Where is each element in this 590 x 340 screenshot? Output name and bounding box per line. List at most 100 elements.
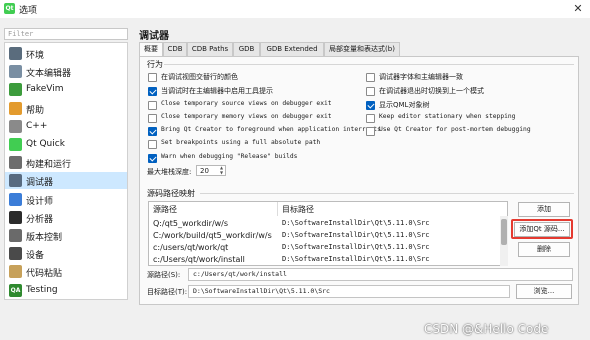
tab-gdb-extended[interactable]: GDB Extended [260, 42, 324, 56]
behavior-group-label: 行为 [147, 60, 163, 69]
fakevim-icon [9, 83, 22, 97]
option-label[interactable]: Use Qt Creator for post-mortem debugging [379, 126, 531, 133]
table-row[interactable]: c:/Users/qt/work/install D:\SoftwareInsta… [149, 254, 507, 265]
tab-cdb[interactable]: CDB [163, 42, 187, 56]
sidebar-item[interactable]: QA Testing [5, 282, 127, 299]
target-path-input[interactable]: D:\SoftwareInstallDir\Qt\5.11.0\Src [188, 285, 510, 298]
designer-icon [9, 192, 22, 206]
window-title: 选项 [19, 6, 38, 16]
option-checkbox[interactable] [366, 73, 375, 82]
source-mapping-table: 源路径 目标路径 Q:/qt5_workdir/w/s D:\SoftwareIn… [148, 201, 508, 266]
option-label[interactable]: 在调试器退出时切换到上一个模式 [379, 86, 484, 96]
scrollbar-thumb[interactable] [501, 219, 507, 245]
source-path-cell: c:/Users/qt/work/install [153, 255, 245, 264]
source-path-cell: c:/users/qt/work/qt [153, 243, 229, 252]
option-checkbox[interactable] [366, 87, 375, 96]
sidebar-item[interactable]: 调试器 [5, 172, 127, 190]
option-label[interactable]: 当调试时在主编辑器中启用工具提示 [161, 86, 273, 96]
sidebar-item[interactable]: 分析器 [5, 209, 127, 226]
sidebar-item-label: 分析器 [26, 214, 54, 225]
sidebar-item[interactable]: 设计师 [5, 191, 127, 208]
option-checkbox[interactable] [148, 114, 157, 123]
sidebar-item[interactable]: 代码粘贴 [5, 263, 127, 280]
table-scrollbar[interactable] [500, 216, 508, 266]
close-icon[interactable]: ✕ [570, 1, 586, 17]
option-checkbox[interactable] [148, 140, 157, 149]
annotation-highlight-box [511, 219, 573, 239]
code-paste-icon [9, 265, 22, 279]
sidebar-item[interactable]: 环境 [5, 45, 127, 62]
sidebar-item[interactable]: 帮助 [5, 100, 127, 117]
filter-input[interactable] [4, 28, 128, 40]
option-checkbox[interactable] [148, 87, 157, 96]
sidebar-item-label: 设备 [26, 251, 45, 262]
table-row[interactable]: Q:/qt5_workdir/w/s D:\SoftwareInstallDir\… [149, 218, 507, 230]
sidebar-item[interactable]: 版本控制 [5, 227, 127, 244]
tab-cdb-paths[interactable]: CDB Paths [187, 42, 233, 56]
sidebar-item-label: Testing [26, 284, 58, 295]
option-checkbox[interactable] [366, 101, 375, 110]
debugger-icon [9, 174, 22, 188]
text-editor-icon [9, 65, 22, 79]
source-path-label: 源路径(S): [147, 271, 181, 279]
sidebar-item-label: FakeVim [26, 84, 64, 95]
sidebar-item-label: 调试器 [26, 178, 54, 189]
sidebar-item-label: C++ [26, 120, 48, 131]
option-checkbox[interactable] [366, 127, 375, 136]
option-checkbox[interactable] [148, 154, 157, 163]
option-label[interactable]: Bring Qt Creator to foreground when appl… [161, 126, 381, 133]
options-dialog: Qt 选项 ✕ 环境文本编辑器 FakeVim 帮助 C++ Qt Quick 构建和运行… [0, 0, 590, 340]
option-label[interactable]: 显示QML对象树 [379, 100, 429, 110]
option-checkbox[interactable] [148, 73, 157, 82]
devices-icon [9, 247, 22, 261]
column-header-target[interactable]: 目标路径 [282, 204, 314, 215]
sidebar-item[interactable]: Qt Quick [5, 136, 127, 153]
option-label[interactable]: Keep editor stationary when stepping [379, 113, 515, 120]
tab-locals-expressions[interactable]: 局部变量和表达式(b) [324, 42, 400, 56]
remove-button[interactable]: 删除 [518, 242, 570, 257]
option-label[interactable]: Close temporary source views on debugger… [161, 100, 332, 107]
sidebar-item[interactable]: 构建和运行 [5, 154, 127, 171]
option-checkbox[interactable] [148, 127, 157, 136]
monitor-icon [9, 47, 22, 60]
sidebar-item[interactable]: FakeVim [5, 81, 127, 98]
option-label[interactable]: 在调试视图交替行的颜色 [161, 72, 238, 82]
source-path-input[interactable]: c:/Users/qt/work/install [188, 268, 573, 281]
qtquick-icon [9, 138, 22, 151]
source-mapping-group-label: 源码路径映射 [147, 189, 195, 198]
sidebar-item[interactable]: 设备 [5, 245, 127, 262]
sidebar-item[interactable]: 文本编辑器 [5, 63, 127, 80]
target-path-label: 目标路径(T): [147, 288, 188, 296]
source-path-cell: Q:/qt5_workdir/w/s [153, 219, 229, 228]
table-row[interactable]: c:/users/qt/work/qt D:\SoftwareInstallDir… [149, 242, 507, 254]
sidebar-item-label: 设计师 [26, 196, 54, 207]
browse-button[interactable]: 浏览... [516, 284, 572, 299]
sidebar-item-label: Qt Quick [26, 139, 65, 149]
option-checkbox[interactable] [148, 101, 157, 110]
stack-depth-spinbox[interactable]: 20 ▲ ▼ [196, 165, 226, 176]
tab-gdb[interactable]: GDB [233, 42, 260, 56]
target-path-cell: D:\SoftwareInstallDir\Qt\5.11.0\Src [282, 219, 430, 227]
column-header-source[interactable]: 源路径 [153, 204, 177, 215]
option-label[interactable]: Set breakpoints using a full absolute pa… [161, 139, 320, 146]
cpp-icon [9, 119, 22, 133]
option-checkbox[interactable] [366, 114, 375, 123]
sidebar-item-label: 帮助 [26, 105, 45, 116]
option-label[interactable]: Warn when debugging "Release" builds [161, 153, 297, 160]
option-label[interactable]: 调试器字体和主编辑器一致 [379, 72, 463, 82]
sidebar-item[interactable]: C++ [5, 118, 127, 135]
table-row[interactable]: C:/work/build/qt5_workdir/w/s D:\Software… [149, 230, 507, 242]
tab-overview[interactable]: 概要 [139, 42, 163, 57]
add-button[interactable]: 添加 [518, 202, 570, 217]
option-label[interactable]: Close temporary memory views on debugger… [161, 113, 332, 120]
target-path-cell: D:\SoftwareInstallDir\Qt\5.11.0\Src [282, 231, 430, 239]
target-path-cell: D:\SoftwareInstallDir\Qt\5.11.0\Src [282, 255, 430, 263]
analyzer-icon [9, 210, 22, 224]
behavior-group-divider [164, 64, 574, 65]
source-mapping-group-divider [200, 193, 574, 194]
category-sidebar: 环境 文本编辑器 FakeVim 帮助 C++ Qt Quick 构建和运行调试器设计师分析… [4, 42, 128, 300]
version-control-icon [9, 229, 22, 242]
help-icon [9, 101, 22, 115]
spin-arrows-icon[interactable]: ▲ ▼ [218, 165, 225, 175]
sidebar-item-label: 版本控制 [26, 233, 63, 243]
